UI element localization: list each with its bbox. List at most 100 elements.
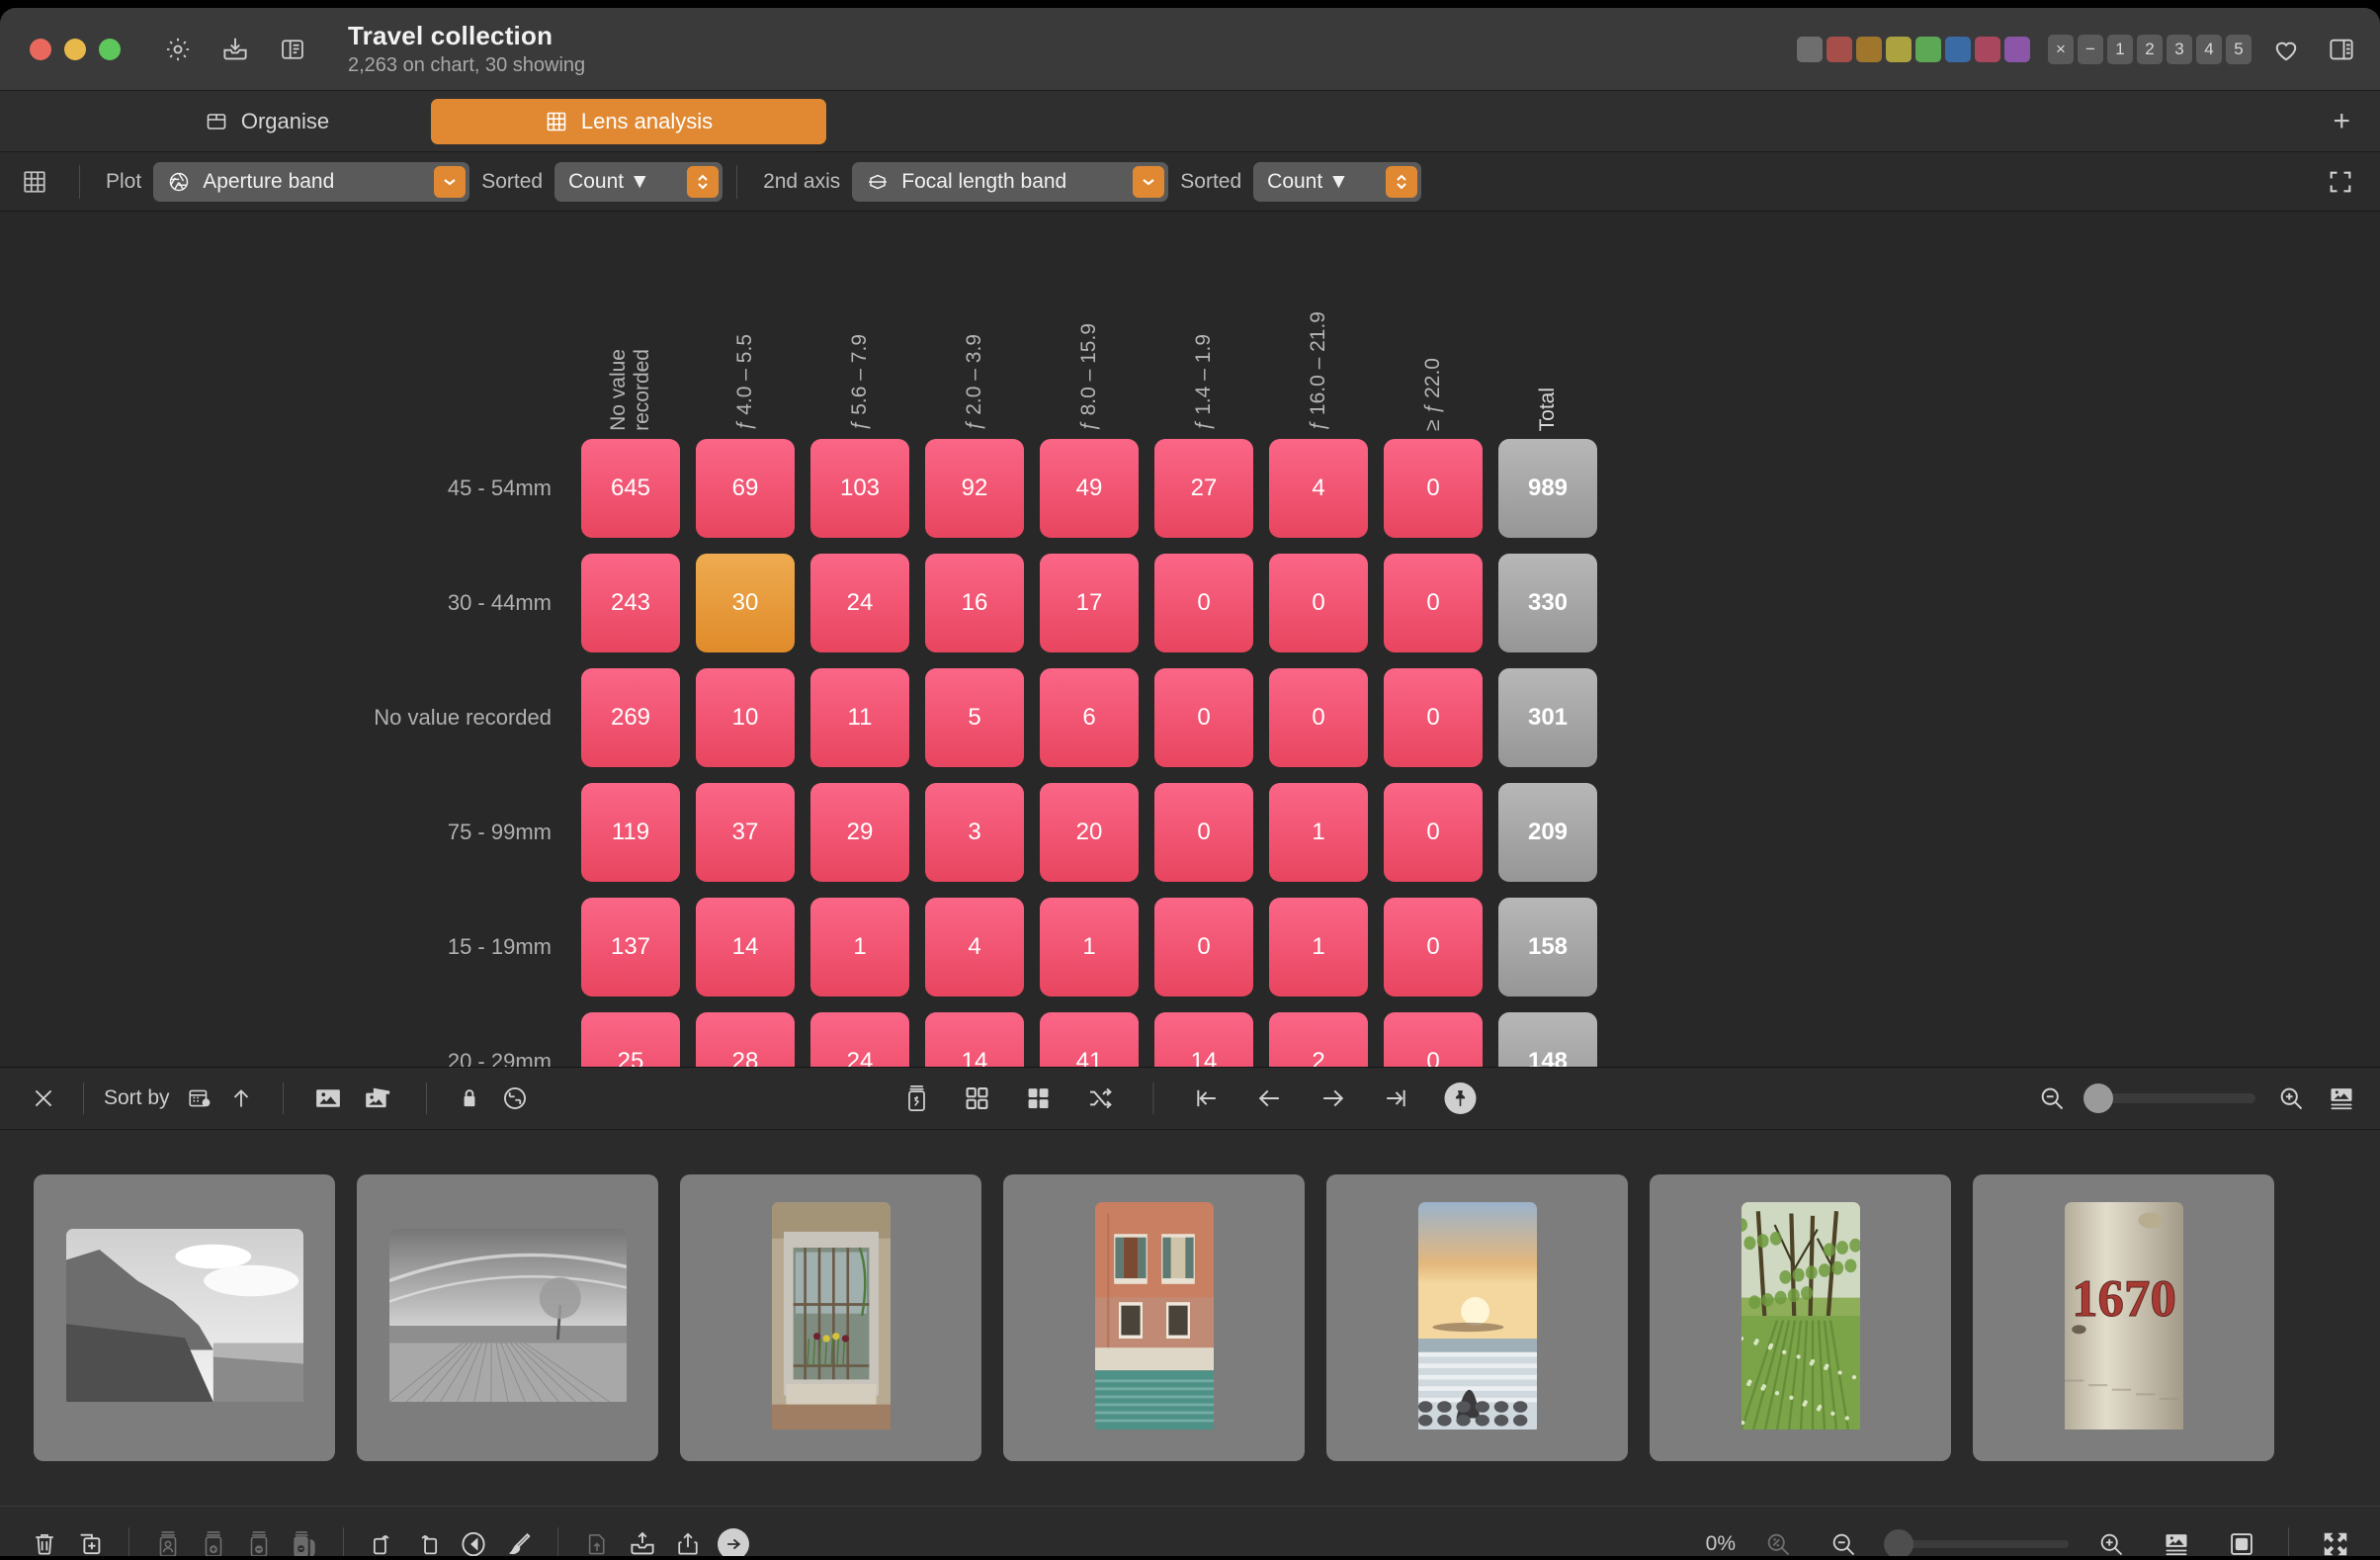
matrix-cell[interactable]: 49 (1040, 439, 1139, 538)
matrix-cell[interactable]: 243 (581, 554, 680, 652)
colour-swatch-6[interactable] (1975, 37, 2000, 62)
matrix-cell[interactable]: 10 (696, 668, 795, 767)
thumbnail-sunlit-woodland[interactable] (1650, 1174, 1951, 1461)
matrix-cell[interactable]: 69 (696, 439, 795, 538)
matrix-cell[interactable]: 28 (696, 1012, 795, 1067)
grid-four-outline-icon[interactable] (964, 1084, 991, 1112)
matrix-cell[interactable]: 1 (1269, 783, 1368, 882)
matrix-cell[interactable]: 17 (1040, 554, 1139, 652)
gear-icon[interactable] (156, 28, 200, 71)
thumbnail-ocean-sunset-rock[interactable] (1326, 1174, 1628, 1461)
import-icon[interactable] (620, 1529, 665, 1557)
matrix-cell[interactable]: 0 (1154, 668, 1253, 767)
image-info-icon[interactable] (2327, 1084, 2356, 1112)
new-collection-icon[interactable] (67, 1529, 113, 1557)
rating-button-5[interactable]: 5 (2226, 35, 2252, 64)
plot-field-select[interactable]: Aperture band (153, 161, 470, 202)
matrix-cell[interactable]: 0 (1154, 554, 1253, 652)
slider-knob[interactable] (1884, 1528, 1913, 1556)
stepper-icon[interactable] (687, 165, 720, 198)
brush-icon[interactable] (496, 1529, 542, 1557)
colour-swatch-5[interactable] (1945, 37, 1971, 62)
thumbnail-rocky-hillside-bw[interactable] (34, 1174, 335, 1461)
calendar-clock-icon[interactable] (180, 1085, 219, 1111)
trash-icon[interactable] (22, 1529, 67, 1557)
colour-swatch-3[interactable] (1886, 37, 1912, 62)
last-icon[interactable] (1382, 1084, 1411, 1112)
grid-four-solid-icon[interactable] (1025, 1084, 1053, 1112)
matrix-cell[interactable]: 92 (925, 439, 1024, 538)
column-header-7[interactable]: ≥ ƒ 22.0 (1376, 358, 1490, 431)
matrix-cell[interactable]: 6 (1040, 668, 1139, 767)
rotate-right-icon[interactable] (360, 1529, 405, 1557)
undo-icon[interactable] (451, 1529, 496, 1557)
matrix-cell[interactable]: 0 (1384, 898, 1483, 997)
colour-swatch-4[interactable] (1915, 37, 1941, 62)
matrix-cell[interactable]: 4 (1269, 439, 1368, 538)
matrix-cell[interactable]: 41 (1040, 1012, 1139, 1067)
rotate-left-icon[interactable] (405, 1529, 451, 1557)
matrix-cell[interactable]: 29 (810, 783, 909, 882)
matrix-cell[interactable]: 0 (1384, 554, 1483, 652)
matrix-cell[interactable]: 3 (925, 783, 1024, 882)
matrix-cell[interactable]: 27 (1154, 439, 1253, 538)
previous-icon[interactable] (1255, 1084, 1285, 1112)
zoom-out-icon[interactable] (2038, 1084, 2066, 1112)
matrix-cell[interactable]: 14 (696, 898, 795, 997)
matrix-cell[interactable]: 0 (1269, 668, 1368, 767)
rating-button-1[interactable]: 1 (2107, 35, 2133, 64)
row-header-3[interactable]: 75 - 99mm (24, 820, 573, 845)
rating-button-4[interactable]: 4 (2196, 35, 2222, 64)
zoom-out-icon[interactable] (1821, 1530, 1866, 1557)
close-icon[interactable] (24, 1085, 63, 1111)
column-header-4[interactable]: ƒ 8.0 – 15.9 (1032, 323, 1147, 431)
next-icon[interactable] (1318, 1084, 1348, 1112)
matrix-cell[interactable]: 0 (1384, 668, 1483, 767)
thumbnail-lone-tree-field-bw[interactable] (357, 1174, 658, 1461)
lock-icon[interactable] (447, 1084, 492, 1112)
expand-icon[interactable] (2327, 168, 2354, 196)
matrix-cell[interactable]: 30 (696, 554, 795, 652)
matrix-total-cell[interactable]: 330 (1498, 554, 1597, 652)
zoom-in-icon[interactable] (2277, 1084, 2305, 1112)
matrix-cell[interactable]: 645 (581, 439, 680, 538)
matrix-cell[interactable]: 14 (925, 1012, 1024, 1067)
matrix-cell[interactable]: 14 (1154, 1012, 1253, 1067)
matrix-total-cell[interactable]: 148 (1498, 1012, 1597, 1067)
heart-icon[interactable] (2271, 35, 2301, 64)
tab-organise[interactable]: Organise (138, 99, 395, 144)
person-filter-icon[interactable] (145, 1529, 191, 1556)
matrix-cell[interactable]: 5 (925, 668, 1024, 767)
fullscreen-icon[interactable] (2313, 1529, 2358, 1557)
single-image-icon[interactable] (303, 1083, 353, 1113)
slider-knob[interactable] (2083, 1083, 2113, 1113)
colour-swatch-2[interactable] (1856, 37, 1882, 62)
row-header-1[interactable]: 30 - 44mm (24, 590, 573, 616)
share-icon[interactable] (665, 1529, 711, 1557)
image-stack-icon[interactable] (353, 1083, 406, 1113)
shuffle-icon[interactable] (1086, 1084, 1116, 1112)
matrix-cell[interactable]: 0 (1154, 898, 1253, 997)
column-header-0[interactable]: No value recorded (573, 349, 688, 431)
second-axis-field-select[interactable]: Focal length band (852, 161, 1169, 202)
refresh-icon[interactable] (492, 1084, 538, 1112)
second-sorted-select[interactable]: Count ▼ (1253, 161, 1422, 202)
arrow-up-icon[interactable] (219, 1084, 263, 1112)
stepper-icon[interactable] (1386, 165, 1418, 198)
matrix-cell[interactable]: 1 (810, 898, 909, 997)
fit-zoom-icon[interactable] (1755, 1530, 1801, 1557)
column-header-3[interactable]: ƒ 2.0 – 3.9 (917, 334, 1032, 431)
row-header-2[interactable]: No value recorded (24, 705, 573, 731)
matrix-cell[interactable]: 25 (581, 1012, 680, 1067)
matrix-cell[interactable]: 0 (1384, 1012, 1483, 1067)
column-header-total[interactable]: Total (1490, 388, 1605, 431)
chevron-down-icon[interactable] (1133, 165, 1165, 198)
matrix-cell[interactable]: 103 (810, 439, 909, 538)
image-info-icon[interactable] (2154, 1530, 2199, 1557)
matrix-total-cell[interactable]: 209 (1498, 783, 1597, 882)
column-header-5[interactable]: ƒ 1.4 – 1.9 (1147, 334, 1261, 431)
row-header-0[interactable]: 45 - 54mm (24, 476, 573, 501)
row-header-4[interactable]: 15 - 19mm (24, 934, 573, 960)
minimise-window-button[interactable] (64, 38, 86, 60)
thumbnail-barred-window-tulips[interactable] (680, 1174, 981, 1461)
